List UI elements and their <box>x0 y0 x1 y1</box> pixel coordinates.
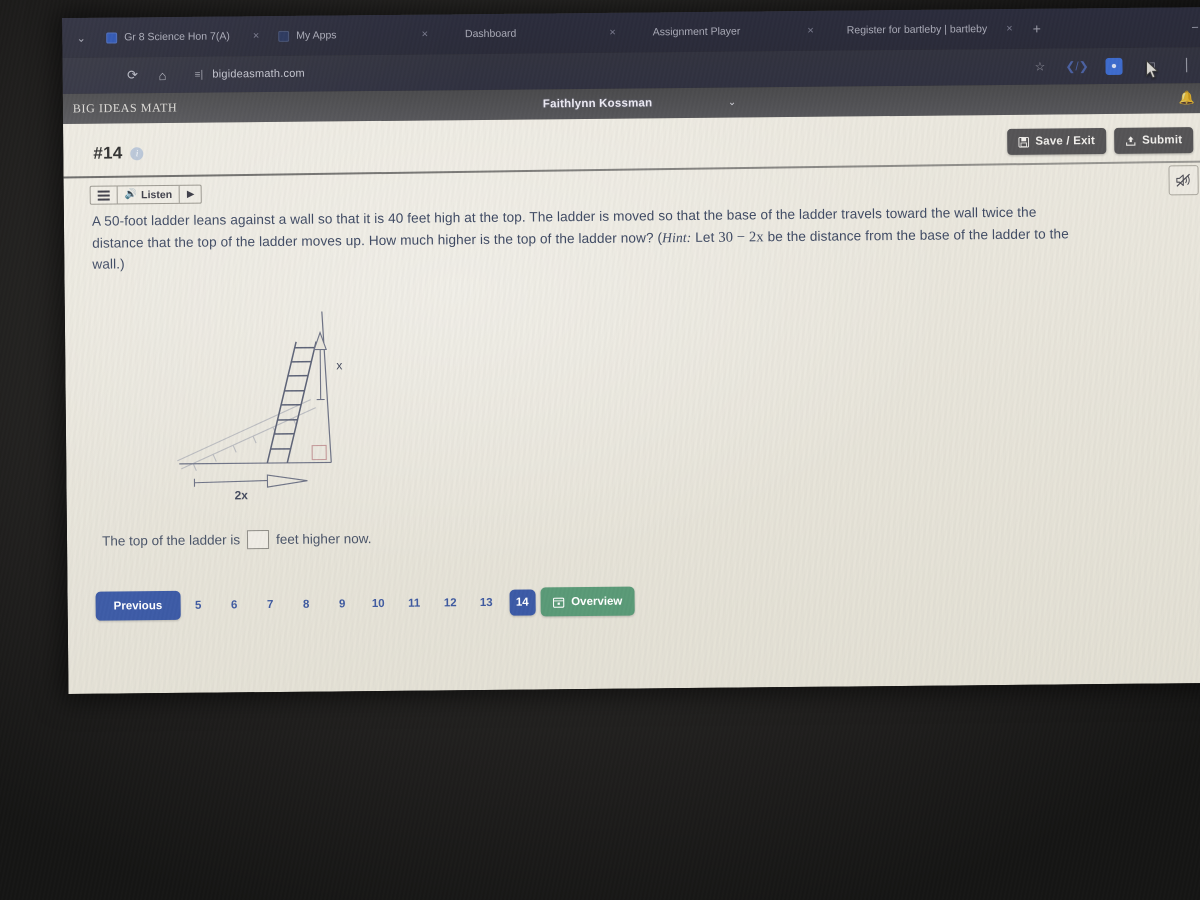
close-icon[interactable]: × <box>609 27 616 39</box>
question-number: #14 <box>93 143 123 163</box>
user-name-label[interactable]: Faithlynn Kossman <box>543 97 653 110</box>
submit-label: Submit <box>1141 134 1183 147</box>
submit-button[interactable]: Submit <box>1113 127 1194 154</box>
bigideasmath-logo[interactable]: BIG IDEAS MATH <box>73 100 178 116</box>
listen-label: Listen <box>141 188 173 201</box>
browser-tab-bartleby[interactable]: Register for bartleby | bartleby × <box>838 14 1023 46</box>
speaker-icon: 🔊 <box>124 189 138 201</box>
site-settings-icon[interactable]: ≡∣ <box>194 69 203 80</box>
close-icon[interactable]: × <box>1006 23 1013 35</box>
pager-page-8[interactable]: 8 <box>288 598 324 610</box>
bell-icon[interactable]: 🔔 <box>1179 90 1195 106</box>
previous-button[interactable]: Previous <box>95 590 181 621</box>
close-icon[interactable]: × <box>253 30 260 42</box>
answer-input[interactable] <box>247 530 270 550</box>
save-exit-button[interactable]: Save / Exit <box>1007 127 1107 155</box>
mouse-cursor <box>1145 59 1159 79</box>
close-icon[interactable]: × <box>807 25 814 37</box>
lines-icon <box>97 190 110 201</box>
browser-tab-science[interactable]: Gr 8 Science Hon 7(A) × <box>92 21 269 53</box>
pager-page-5[interactable]: 5 <box>180 599 216 611</box>
calendar-icon <box>552 597 564 608</box>
mute-toggle-button[interactable] <box>1168 165 1199 196</box>
myapps-favicon <box>278 30 290 42</box>
overview-label: Overview <box>571 595 623 608</box>
info-icon[interactable]: i <box>130 146 144 160</box>
tab-title: Gr 8 Science Hon 7(A) <box>124 30 230 44</box>
pager-page-14-current[interactable]: 14 <box>509 588 536 616</box>
tab-title: My Apps <box>296 29 337 42</box>
answer-prefix: The top of the ladder is <box>101 532 241 549</box>
minimize-icon[interactable]: – <box>1192 21 1198 33</box>
play-icon: ▶ <box>187 188 195 199</box>
ladder-diagram: x 2x <box>170 299 382 506</box>
overview-button[interactable]: Overview <box>540 586 635 617</box>
diagram-x-label: x <box>336 358 342 372</box>
listen-play-button[interactable]: ▶ <box>180 186 201 203</box>
pager-page-9[interactable]: 9 <box>324 598 360 610</box>
diagram-2x-label: 2x <box>235 488 249 501</box>
extension-icon[interactable]: ❮/❯ <box>1065 58 1089 75</box>
pager-page-10[interactable]: 10 <box>360 597 396 609</box>
address-text: bigideasmath.com <box>212 67 305 81</box>
close-icon[interactable]: × <box>421 28 428 40</box>
tab-search-caret-icon[interactable]: ⌄ <box>70 31 92 44</box>
menu-icon[interactable]: ⎢ <box>1179 57 1196 74</box>
hint-label: Hint: <box>662 229 692 246</box>
save-exit-label: Save / Exit <box>1035 135 1096 148</box>
tab-title: Dashboard <box>464 27 517 41</box>
answer-sentence: The top of the ladder is feet higher now… <box>102 529 372 551</box>
tab-title: Assignment Player <box>652 25 741 39</box>
answer-suffix: feet higher now. <box>276 531 372 547</box>
speaker-muted-icon <box>1176 173 1190 187</box>
browser-tab-assignment-player[interactable]: Assignment Player × <box>644 16 824 48</box>
pager-page-6[interactable]: 6 <box>216 599 252 611</box>
header-action-buttons: Save / Exit Submit <box>1007 127 1194 155</box>
pager-page-12[interactable]: 12 <box>432 597 468 609</box>
question-pager: Previous 5 6 7 8 9 10 11 12 13 14 Overvi <box>95 586 635 621</box>
header-divider <box>63 160 1200 179</box>
assignment-page: #14 i Save / Exit Submit 🔊 Listen ▶ A 50… <box>63 112 1200 694</box>
listen-toolbar: 🔊 Listen ▶ <box>89 184 203 205</box>
pager-page-13[interactable]: 13 <box>468 596 504 608</box>
bookmark-star-icon[interactable]: ☆ <box>1031 58 1048 75</box>
hint-expression: 30 − 2x <box>718 229 764 246</box>
question-text-part2: Let <box>691 229 719 245</box>
listen-button[interactable]: 🔊 Listen <box>117 185 181 204</box>
browser-window: ⌄ Gr 8 Science Hon 7(A) × My Apps × Dash… <box>62 6 1200 694</box>
browser-tab-dashboard[interactable]: Dashboard × <box>456 18 626 50</box>
window-controls: – <box>1192 21 1200 33</box>
question-text: A 50-foot ladder leans against a wall so… <box>92 202 1078 275</box>
browser-toolbar-actions: ☆ ❮/❯ ● ◻ ⎢ <box>1031 56 1200 75</box>
home-icon[interactable]: ⌂ <box>154 67 170 83</box>
new-tab-button[interactable]: + <box>1033 21 1041 37</box>
science-favicon <box>106 31 118 44</box>
reload-icon[interactable]: ⟳ <box>124 67 140 83</box>
profile-avatar-icon[interactable]: ● <box>1105 57 1123 75</box>
upload-icon <box>1125 136 1136 146</box>
listen-menu-button[interactable] <box>90 186 118 204</box>
pager-page-11[interactable]: 11 <box>396 597 432 609</box>
ladder-diagram-svg: x 2x <box>177 311 342 502</box>
pager-page-7[interactable]: 7 <box>252 598 288 610</box>
browser-tab-myapps[interactable]: My Apps × <box>269 19 438 51</box>
monitor-photo-backdrop: ⌄ Gr 8 Science Hon 7(A) × My Apps × Dash… <box>0 0 1200 900</box>
tab-title: Register for bartleby | bartleby <box>846 23 988 37</box>
address-bar[interactable]: ≡∣ bigideasmath.com <box>194 63 305 86</box>
question-header: #14 i <box>93 143 144 163</box>
save-disk-icon <box>1018 136 1030 148</box>
chevron-down-icon[interactable]: ⌄ <box>728 97 736 108</box>
